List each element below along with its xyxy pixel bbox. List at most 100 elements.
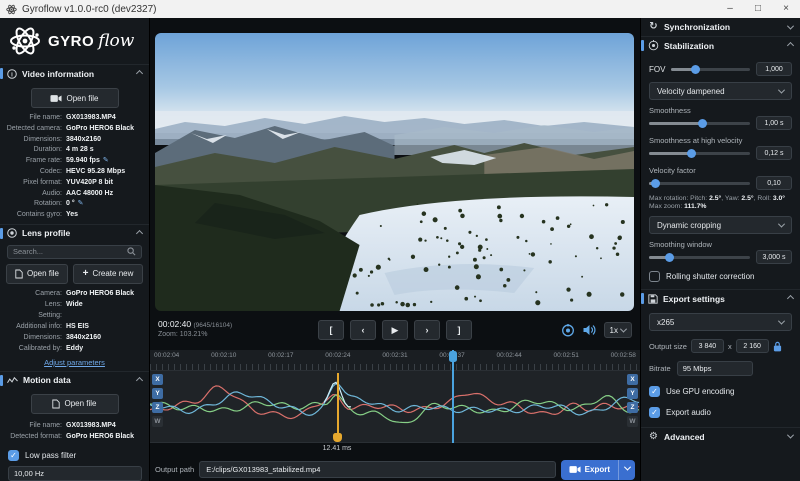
section-export-settings[interactable]: Export settings — [641, 289, 800, 307]
sync-point-marker[interactable] — [337, 373, 339, 436]
lens-open-file-button[interactable]: Open file — [6, 264, 68, 284]
section-video-information[interactable]: i Video information — [0, 64, 149, 82]
output-size-label: Output size — [649, 342, 687, 351]
output-path-input[interactable] — [199, 461, 555, 478]
bitrate-input[interactable] — [677, 361, 753, 376]
close-button[interactable]: × — [772, 0, 800, 18]
axis-w-button[interactable]: W — [152, 416, 163, 427]
video-open-file-button[interactable]: Open file — [31, 88, 119, 108]
timestamp: 00:02:51 — [554, 352, 579, 359]
velocity-factor-slider[interactable] — [649, 182, 750, 185]
fov-slider[interactable] — [671, 68, 750, 71]
max-zoom-label: Max zoom: — [649, 203, 682, 210]
window-title: Gyroflow v1.0.0-rc0 (dev2327) — [22, 4, 157, 15]
lens-search-box[interactable] — [7, 245, 142, 259]
lens-icon — [7, 228, 17, 238]
smoothness-slider[interactable] — [649, 122, 750, 125]
size-separator: x — [728, 342, 732, 351]
smoothing-window-value[interactable]: 3,000 s — [756, 250, 792, 264]
prev-frame-button[interactable]: ‹ — [350, 320, 376, 340]
chevron-down-icon — [787, 22, 794, 29]
fov-value[interactable]: 1,000 — [756, 62, 792, 76]
chevron-up-icon — [136, 70, 143, 77]
codec-dropdown[interactable]: x265 — [649, 313, 792, 331]
lens-create-new-button[interactable]: + Create new — [73, 264, 143, 284]
stabilization-toggle-icon[interactable] — [561, 324, 575, 337]
smoothing-method-dropdown[interactable]: Velocity dampened — [649, 82, 792, 100]
gyro-timeline-chart[interactable]: X Y Z W X Y Z W — [150, 370, 640, 443]
info-row: Detected camera:GoPro HERO6 Black — [0, 124, 149, 135]
axis-w-button[interactable]: W — [627, 416, 638, 427]
section-motion-data[interactable]: Motion data — [0, 371, 149, 389]
timestamp: 00:02:31 — [382, 352, 407, 359]
play-button[interactable]: ▶ — [382, 320, 408, 340]
search-icon — [127, 247, 136, 256]
gpu-encoding-checkbox[interactable]: ✓ — [649, 386, 660, 397]
gpu-encoding-label: Use GPU encoding — [666, 387, 734, 396]
export-button[interactable]: Export — [561, 460, 635, 480]
playhead[interactable] — [452, 350, 454, 443]
app-window: GYRO flow i Video information Open file — [0, 18, 800, 481]
output-width-field[interactable]: 3 840 — [691, 339, 724, 353]
method-label: Velocity dampened — [657, 87, 725, 96]
aspect-lock-icon[interactable] — [773, 341, 782, 352]
maximize-button[interactable]: □ — [744, 0, 772, 18]
sync-marker-pin[interactable] — [333, 433, 342, 442]
section-synchronization[interactable]: ↻ Synchronization — [641, 18, 800, 36]
svg-text:i: i — [11, 72, 13, 78]
timestamp: 00:02:58 — [611, 352, 636, 359]
speed-label: 1x — [610, 326, 618, 335]
axis-y-button[interactable]: Y — [627, 388, 638, 399]
timeline-ruler[interactable]: 00:02:04 00:02:10 00:02:17 00:02:24 00:0… — [150, 350, 640, 370]
smoothness-value[interactable]: 1,00 s — [756, 116, 792, 130]
output-height-field[interactable]: 2 160 — [736, 339, 769, 353]
video-frame[interactable] — [155, 33, 634, 311]
timeline-timestamps: 00:02:04 00:02:10 00:02:17 00:02:24 00:0… — [150, 350, 640, 359]
playback-speed-button[interactable]: 1x — [604, 322, 632, 338]
section-accent-bar — [0, 375, 3, 386]
smoothness-hv-value[interactable]: 0,12 s — [756, 146, 792, 160]
edit-pencil-icon[interactable]: ✎ — [78, 199, 84, 210]
sync-offset-label: 12.41 ms — [323, 445, 352, 452]
edit-pencil-icon[interactable]: ✎ — [103, 156, 109, 167]
smoothness-hv-slider[interactable] — [649, 152, 750, 155]
export-audio-checkbox[interactable]: ✓ — [649, 407, 660, 418]
axis-z-button[interactable]: Z — [627, 402, 638, 413]
trim-start-button[interactable]: [ — [318, 320, 344, 340]
sync-icon: ↻ — [648, 22, 659, 32]
minimize-button[interactable]: – — [716, 0, 744, 18]
velocity-factor-value[interactable]: 0,10 — [756, 176, 792, 190]
low-pass-filter-checkbox[interactable]: ✓ — [8, 450, 19, 461]
axis-y-button[interactable]: Y — [152, 388, 163, 399]
trim-end-button[interactable]: ] — [446, 320, 472, 340]
export-options-dropdown[interactable] — [619, 460, 635, 480]
section-advanced[interactable]: ⚙ Advanced — [641, 427, 800, 445]
fov-label: FOV — [649, 65, 665, 74]
timestamp: 00:02:44 — [496, 352, 521, 359]
axis-z-button[interactable]: Z — [152, 402, 163, 413]
next-frame-button[interactable]: › — [414, 320, 440, 340]
low-pass-frequency-input[interactable] — [8, 466, 142, 481]
volume-icon[interactable] — [583, 324, 596, 336]
cropping-mode-dropdown[interactable]: Dynamic cropping — [649, 216, 792, 234]
axis-x-button[interactable]: X — [627, 374, 638, 385]
section-lens-profile[interactable]: Lens profile — [0, 224, 149, 242]
rolling-shutter-checkbox[interactable] — [649, 271, 660, 282]
timestamp: 00:02:17 — [268, 352, 293, 359]
video-landscape — [155, 33, 634, 311]
adjust-parameters-link[interactable]: Adjust parameters — [0, 358, 149, 367]
gyroflow-logo: GYRO flow — [0, 18, 149, 64]
section-accent-bar — [0, 68, 3, 79]
video-viewport — [150, 18, 640, 314]
lens-search-input[interactable] — [13, 247, 127, 256]
axis-x-button[interactable]: X — [152, 374, 163, 385]
playhead-handle[interactable] — [449, 351, 457, 362]
smoothing-window-slider[interactable] — [649, 256, 750, 259]
chevron-down-icon — [778, 220, 785, 227]
info-row: Setting: — [0, 310, 149, 321]
info-row: File name:GX013983.MP4 — [0, 420, 149, 432]
timestamp: 00:02:04 — [154, 352, 179, 359]
motion-open-file-button[interactable]: Open file — [31, 394, 119, 414]
section-stabilization[interactable]: Stabilization — [641, 36, 800, 54]
info-row: Dimensions:3840x2160 — [0, 135, 149, 146]
